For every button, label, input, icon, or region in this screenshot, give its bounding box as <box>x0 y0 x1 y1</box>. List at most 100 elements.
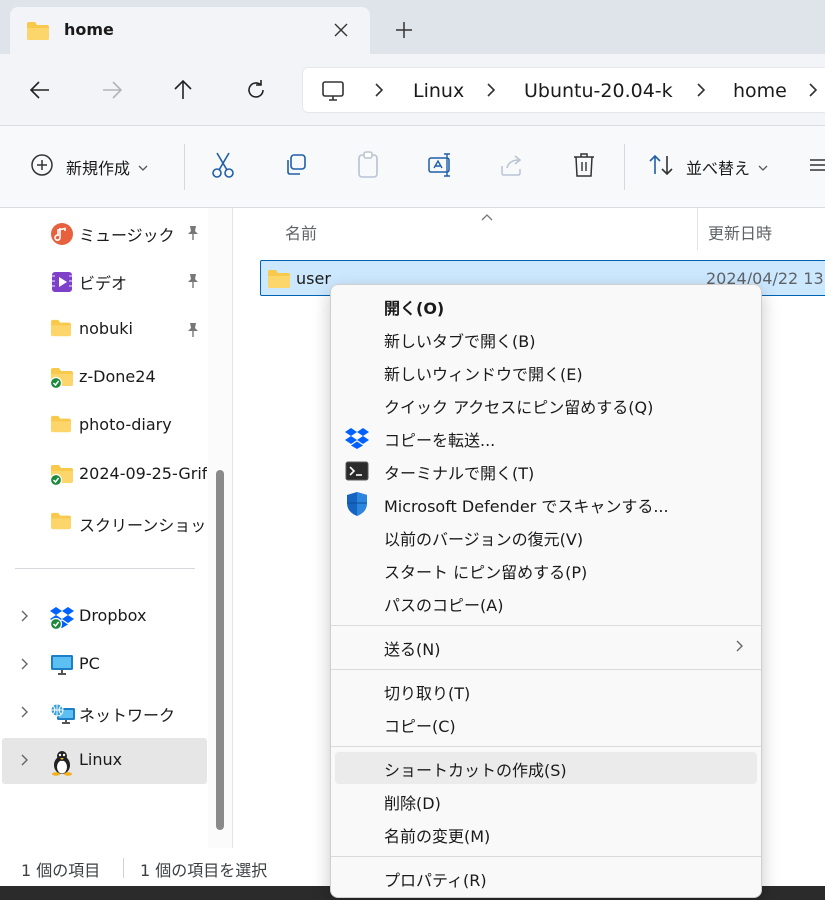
tab-title: home <box>64 20 114 39</box>
menu-item-2-1[interactable]: コピー(C) <box>335 708 757 740</box>
menu-item-4-0[interactable]: プロパティ(R) <box>335 862 757 894</box>
pin-icon <box>186 273 200 293</box>
menu-item-label: 新しいタブで開く(B) <box>384 332 536 351</box>
menu-item-label: 削除(D) <box>384 794 441 813</box>
address-bar[interactable]: Linux Ubuntu-20.04-k home <box>302 67 825 113</box>
menu-item-label: 以前のバージョンの復元(V) <box>384 530 584 549</box>
sidebar-item-6[interactable]: スクリーンショット <box>0 500 208 546</box>
menu-item-0-5[interactable]: ターミナルで開く(T) <box>335 455 757 487</box>
sidebar-item-5[interactable]: 2024-09-25-Grif <box>0 452 208 498</box>
menu-item-0-3[interactable]: クイック アクセスにピン留めする(Q) <box>335 389 757 421</box>
chevron-down-icon <box>758 158 768 176</box>
tab-strip: home <box>0 0 825 54</box>
sidebar-item-label: ネットワーク <box>79 706 176 725</box>
menu-item-0-4[interactable]: コピーを転送... <box>335 422 757 454</box>
column-header-date[interactable]: 更新日時 <box>708 220 772 244</box>
menu-item-0-2[interactable]: 新しいウィンドウで開く(E) <box>335 356 757 388</box>
close-icon[interactable] <box>328 17 354 43</box>
defender-shield-icon <box>345 492 369 516</box>
sidebar-location-3[interactable]: Linux <box>2 738 207 784</box>
terminal-icon <box>345 459 369 483</box>
sidebar-item-2[interactable]: nobuki <box>0 307 208 353</box>
chevron-right-icon[interactable] <box>695 82 707 102</box>
menu-item-label: ターミナルで開く(T) <box>384 464 535 483</box>
sidebar-item-4[interactable]: photo-diary <box>0 403 208 449</box>
sort-ascending-icon <box>481 208 493 226</box>
chevron-right-icon[interactable] <box>20 705 30 723</box>
chevron-right-icon[interactable] <box>807 82 819 102</box>
menu-separator <box>331 856 761 857</box>
sidebar-location-2[interactable]: ネットワーク <box>2 690 207 736</box>
selection-count: 1 個の項目を選択 <box>140 861 268 880</box>
chevron-right-icon[interactable] <box>20 753 30 771</box>
menu-item-label: 切り取り(T) <box>384 684 471 703</box>
menu-item-3-2[interactable]: 名前の変更(M) <box>335 818 757 850</box>
scrollbar-thumb[interactable] <box>216 470 224 830</box>
breadcrumb-home[interactable]: home <box>733 80 787 102</box>
column-divider[interactable] <box>697 208 698 250</box>
dropbox-icon <box>49 606 76 634</box>
new-tab-button[interactable] <box>390 16 418 44</box>
menu-item-0-6[interactable]: Microsoft Defender でスキャンする... <box>335 488 757 520</box>
delete-button[interactable] <box>572 150 596 184</box>
cut-button[interactable] <box>210 150 236 184</box>
folder-icon <box>50 512 72 534</box>
chevron-right-icon[interactable] <box>20 657 30 675</box>
linux-icon <box>50 750 74 780</box>
sidebar-item-label: z-Done24 <box>79 366 156 386</box>
rename-button[interactable] <box>427 150 455 184</box>
refresh-button[interactable] <box>238 72 274 108</box>
pin-icon <box>186 322 200 342</box>
menu-item-0-7[interactable]: 以前のバージョンの復元(V) <box>335 521 757 553</box>
sort-button[interactable]: 並べ替え <box>648 150 768 184</box>
menu-item-0-1[interactable]: 新しいタブで開く(B) <box>335 323 757 355</box>
network-icon <box>50 702 76 730</box>
up-button[interactable] <box>165 72 201 108</box>
chevron-right-icon[interactable] <box>485 82 497 102</box>
menu-item-2-0[interactable]: 切り取り(T) <box>335 675 757 707</box>
divider <box>184 144 185 190</box>
pin-icon <box>186 225 200 245</box>
share-button[interactable] <box>499 150 525 184</box>
menu-item-label: ショートカットの作成(S) <box>384 761 567 780</box>
menu-item-3-0[interactable]: ショートカットの作成(S) <box>335 752 757 784</box>
menu-item-label: 開く(O) <box>384 299 445 318</box>
status-bar: 1 個の項目 1 個の項目を選択 <box>0 848 330 888</box>
column-header-name[interactable]: 名前 <box>285 220 317 244</box>
forward-button[interactable] <box>94 72 130 108</box>
sidebar-item-0[interactable]: ミュージック <box>0 210 208 256</box>
view-button[interactable] <box>810 150 825 184</box>
sidebar-item-label: 2024-09-25-Grif <box>79 463 207 483</box>
back-button[interactable] <box>22 72 58 108</box>
menu-item-1-0[interactable]: 送る(N) <box>335 631 757 663</box>
menu-separator <box>331 746 761 747</box>
breadcrumb-linux[interactable]: Linux <box>413 80 464 102</box>
chevron-right-icon <box>735 639 745 657</box>
menu-item-0-9[interactable]: パスのコピー(A) <box>335 587 757 619</box>
sidebar-item-3[interactable]: z-Done24 <box>0 355 208 401</box>
folder-icon <box>50 415 72 437</box>
sidebar-location-1[interactable]: PC <box>2 642 207 688</box>
tab-home[interactable]: home <box>10 7 370 54</box>
menu-item-0-8[interactable]: スタート にピン留めする(P) <box>335 554 757 586</box>
paste-button[interactable] <box>355 150 381 184</box>
breadcrumb-ubuntu[interactable]: Ubuntu-20.04-k <box>524 80 673 102</box>
sidebar-location-0[interactable]: Dropbox <box>2 594 207 640</box>
sidebar-item-1[interactable]: ビデオ <box>0 258 208 304</box>
pc-icon <box>321 80 345 106</box>
menu-item-label: コピー(C) <box>384 717 456 736</box>
new-button[interactable]: 新規作成 <box>30 150 148 184</box>
music-icon <box>50 222 74 250</box>
item-count: 1 個の項目 <box>21 861 101 880</box>
menu-item-0-0[interactable]: 開く(O) <box>335 290 757 322</box>
folder-icon <box>267 269 291 293</box>
trash-icon <box>572 152 596 182</box>
menu-item-label: コピーを転送... <box>384 431 496 450</box>
dropbox-icon <box>345 426 369 450</box>
chevron-right-icon[interactable] <box>20 609 30 627</box>
chevron-right-icon[interactable] <box>373 82 385 102</box>
copy-button[interactable] <box>283 150 309 184</box>
menu-item-label: Microsoft Defender でスキャンする... <box>384 497 669 516</box>
clipboard-icon <box>355 151 381 183</box>
menu-item-3-1[interactable]: 削除(D) <box>335 785 757 817</box>
